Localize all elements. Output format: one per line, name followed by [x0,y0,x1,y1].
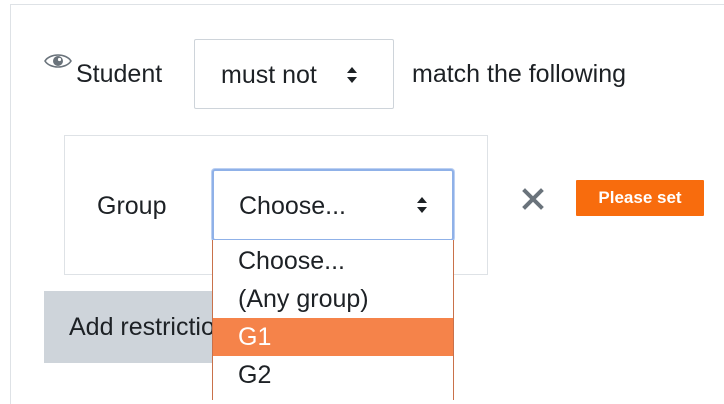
dropdown-option-g1[interactable]: G1 [213,318,453,356]
dropdown-option-choose[interactable]: Choose... [213,242,453,280]
group-select[interactable]: Choose... [212,169,454,241]
please-set-badge: Please set [576,180,704,216]
dropdown-option-g2[interactable]: G2 [213,356,453,394]
group-label: Group [97,192,167,220]
match-following-label: match the following [412,60,627,88]
updown-arrows-icon [417,197,427,213]
group-select-value: Choose... [239,192,347,220]
student-label: Student [76,60,163,88]
updown-arrows-icon [347,67,357,83]
must-not-select-value: must not [221,61,317,89]
eye-icon[interactable] [44,52,72,70]
dropdown-option-any-group[interactable]: (Any group) [213,280,453,318]
close-icon[interactable] [522,188,544,210]
must-not-select[interactable]: must not [194,39,394,109]
group-dropdown-list: Choose... (Any group) G1 G2 [212,240,454,400]
